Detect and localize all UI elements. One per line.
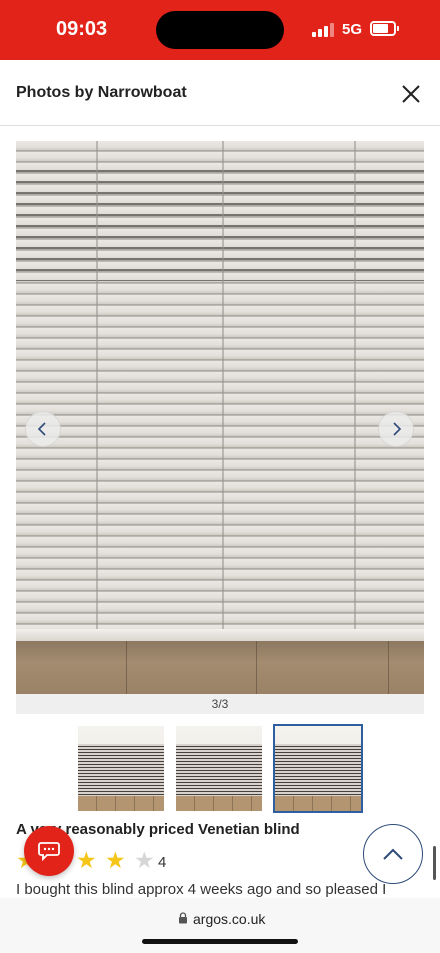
thumbnail-3[interactable]: [273, 724, 363, 813]
modal-title: Photos by Narrowboat: [16, 84, 187, 101]
battery-icon: [370, 21, 399, 36]
chevron-up-icon: [383, 848, 403, 860]
url-text: argos.co.uk: [193, 911, 266, 927]
dynamic-island: [156, 11, 284, 49]
rating-value: 4: [158, 854, 167, 871]
modal-header: Photos by Narrowboat: [0, 60, 440, 126]
star-icon: ★: [134, 847, 155, 873]
next-photo-button[interactable]: [378, 411, 414, 447]
browser-url-bar[interactable]: argos.co.uk: [0, 898, 440, 953]
scroll-to-top-button[interactable]: [363, 824, 423, 884]
status-bar: 09:03 5G: [0, 0, 440, 60]
star-icon: ★: [76, 847, 97, 873]
thumbnail-2[interactable]: [174, 724, 264, 813]
thumbnail-1[interactable]: [76, 724, 166, 813]
previous-photo-button[interactable]: [25, 411, 61, 447]
lock-icon: [179, 912, 187, 924]
chat-button[interactable]: [24, 826, 74, 876]
photo-counter: 3/3: [16, 694, 424, 714]
chevron-left-icon: [37, 422, 46, 436]
close-button[interactable]: [398, 81, 424, 107]
chat-icon: [38, 842, 60, 861]
chevron-right-icon: [393, 422, 402, 436]
status-time: 09:03: [56, 18, 108, 40]
home-indicator[interactable]: [142, 939, 298, 944]
review-body: I bought this blind approx 4 weeks ago a…: [16, 881, 387, 898]
close-icon: [402, 85, 420, 103]
network-type: 5G: [342, 21, 363, 38]
floor-image: [16, 641, 424, 694]
scrollbar[interactable]: [433, 846, 436, 880]
signal-icon: [312, 23, 334, 37]
star-icon: ★: [105, 847, 126, 873]
review-photo: [16, 141, 424, 694]
